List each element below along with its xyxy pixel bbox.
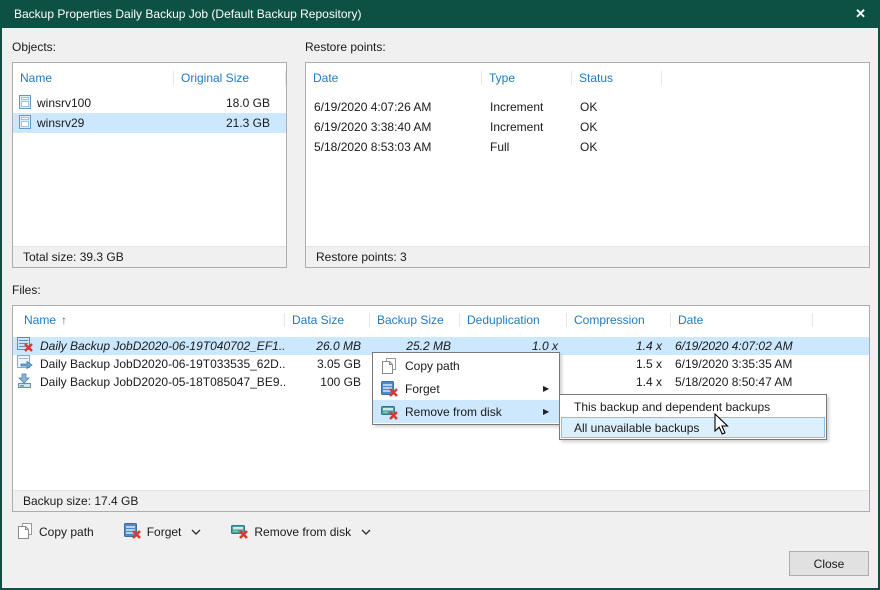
file-name: Daily Backup JobD2020-06-19T033535_62D..… — [40, 357, 285, 371]
menu-item-label: Remove from disk — [405, 405, 543, 419]
objects-column-size[interactable]: Original Size — [174, 71, 286, 85]
increment-backup-icon — [17, 355, 33, 373]
file-compression: 1.4 x — [567, 375, 671, 389]
titlebar: Backup Properties Daily Backup Job (Defa… — [0, 0, 880, 28]
submenu-arrow-icon: ▶ — [543, 384, 559, 393]
forget-icon — [124, 523, 141, 542]
object-name: winsrv29 — [37, 116, 174, 130]
file-data-size: 100 GB — [285, 375, 370, 389]
forget-icon — [373, 381, 405, 397]
menu-item-remove-from-disk[interactable]: Remove from disk ▶ — [373, 400, 559, 423]
file-backup-size: 25.2 MB — [370, 339, 460, 353]
sort-ascending-icon: ↑ — [61, 313, 67, 327]
menu-item-copy-path[interactable]: Copy path — [373, 354, 559, 377]
restore-column-status[interactable]: Status — [572, 71, 662, 85]
files-table-header[interactable]: Name ↑ Data Size Backup Size Deduplicati… — [13, 306, 869, 333]
file-compression: 1.5 x — [567, 357, 671, 371]
forget-button-label: Forget — [147, 525, 182, 539]
objects-footer-total-size: Total size: 39.3 GB — [13, 246, 286, 267]
chevron-down-icon — [361, 529, 371, 535]
remove-from-disk-button[interactable]: Remove from disk — [227, 521, 375, 544]
close-icon[interactable]: ✕ — [855, 6, 866, 22]
unavailable-backup-icon — [17, 337, 33, 355]
file-date: 6/19/2020 4:07:02 AM — [671, 339, 813, 353]
restore-date: 6/19/2020 4:07:26 AM — [306, 100, 482, 114]
backup-properties-dialog: Backup Properties Daily Backup Job (Defa… — [0, 0, 880, 590]
copy-path-icon — [373, 358, 405, 374]
files-column-compression[interactable]: Compression — [567, 313, 671, 327]
restore-date: 6/19/2020 3:38:40 AM — [306, 120, 482, 134]
file-compression: 1.4 x — [567, 339, 671, 353]
object-name: winsrv100 — [37, 96, 174, 110]
restore-type: Increment — [482, 100, 572, 114]
file-name: Daily Backup JobD2020-05-18T085047_BE9..… — [40, 375, 285, 389]
close-button[interactable]: Close — [789, 551, 869, 576]
forget-button[interactable]: Forget — [120, 521, 206, 544]
vm-icon — [19, 95, 31, 112]
file-data-size: 3.05 GB — [285, 357, 370, 371]
objects-table-header[interactable]: Name Original Size — [13, 63, 286, 93]
object-size: 18.0 GB — [174, 96, 286, 110]
full-backup-icon — [17, 373, 33, 391]
restore-type: Full — [482, 140, 572, 154]
restore-status: OK — [572, 140, 662, 154]
object-size: 21.3 GB — [174, 116, 286, 130]
files-column-name[interactable]: Name ↑ — [13, 313, 285, 327]
bottom-toolbar: Copy path Forget Remove from disk — [14, 518, 375, 546]
objects-row-winsrv100[interactable]: winsrv100 18.0 GB — [13, 93, 286, 113]
objects-label: Objects: — [12, 40, 56, 54]
menu-item-label: Forget — [405, 382, 543, 396]
restore-footer-count: Restore points: 3 — [306, 246, 869, 267]
remove-from-disk-button-label: Remove from disk — [254, 525, 351, 539]
restore-row[interactable]: 5/18/2020 8:53:03 AM Full OK — [306, 137, 869, 157]
chevron-down-icon — [191, 529, 201, 535]
remove-from-disk-icon — [231, 523, 248, 542]
remove-from-disk-submenu: This backup and dependent backups All un… — [559, 394, 827, 440]
restore-row[interactable]: 6/19/2020 3:38:40 AM Increment OK — [306, 117, 869, 137]
file-data-size: 26.0 MB — [285, 339, 370, 353]
restore-date: 5/18/2020 8:53:03 AM — [306, 140, 482, 154]
restore-row[interactable]: 6/19/2020 4:07:26 AM Increment OK — [306, 97, 869, 117]
file-date: 5/18/2020 8:50:47 AM — [671, 375, 813, 389]
submenu-item-this-backup[interactable]: This backup and dependent backups — [561, 396, 825, 417]
context-menu: Copy path Forget ▶ Remove from disk ▶ — [372, 352, 560, 425]
files-column-date[interactable]: Date — [671, 313, 813, 327]
vm-icon — [19, 115, 31, 132]
objects-panel: Name Original Size winsrv100 18.0 GB win… — [12, 62, 287, 268]
mouse-cursor-icon — [714, 413, 732, 440]
window-title: Backup Properties Daily Backup Job (Defa… — [14, 7, 362, 21]
files-label: Files: — [12, 283, 41, 297]
menu-item-label: Copy path — [405, 359, 543, 373]
submenu-item-all-unavailable[interactable]: All unavailable backups — [561, 417, 825, 438]
copy-path-icon — [18, 523, 33, 542]
restore-status: OK — [572, 120, 662, 134]
restore-column-date[interactable]: Date — [306, 71, 482, 85]
restore-table-header[interactable]: Date Type Status — [306, 63, 869, 93]
files-column-deduplication[interactable]: Deduplication — [460, 313, 567, 327]
remove-from-disk-icon — [373, 404, 405, 420]
file-date: 6/19/2020 3:35:35 AM — [671, 357, 813, 371]
restore-status: OK — [572, 100, 662, 114]
restore-points-label: Restore points: — [305, 40, 386, 54]
copy-path-button[interactable]: Copy path — [14, 521, 98, 544]
menu-item-forget[interactable]: Forget ▶ — [373, 377, 559, 400]
restore-type: Increment — [482, 120, 572, 134]
objects-column-name[interactable]: Name — [13, 71, 174, 85]
file-dedup: 1.0 x — [460, 339, 567, 353]
restore-column-type[interactable]: Type — [482, 71, 572, 85]
files-footer-backup-size: Backup size: 17.4 GB — [13, 490, 869, 511]
files-column-data-size[interactable]: Data Size — [285, 313, 370, 327]
file-name: Daily Backup JobD2020-06-19T040702_EF1..… — [40, 339, 285, 353]
submenu-arrow-icon: ▶ — [543, 407, 559, 416]
restore-points-panel: Date Type Status 6/19/2020 4:07:26 AM In… — [305, 62, 870, 268]
copy-path-button-label: Copy path — [39, 525, 94, 539]
files-column-backup-size[interactable]: Backup Size — [370, 313, 460, 327]
objects-row-winsrv29[interactable]: winsrv29 21.3 GB — [13, 113, 286, 133]
